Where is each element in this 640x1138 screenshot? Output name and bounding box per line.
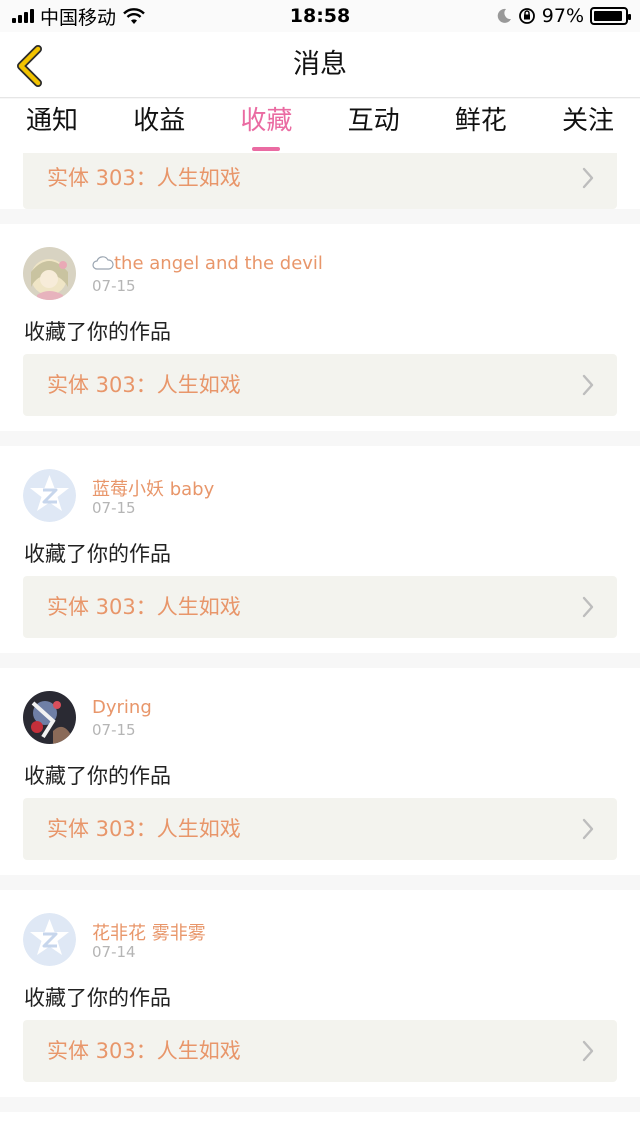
list-item: 花非花 雾非雾 07-14 收藏了你的作品 实体 303：人生如戏 [0, 890, 640, 1097]
page-title: 消息 [293, 49, 347, 80]
chevron-right-icon [582, 374, 594, 396]
message-list[interactable]: 实体 303：人生如戏 the angel and the devil 07-1… [0, 153, 640, 1138]
avatar[interactable] [23, 247, 76, 300]
work-title: 实体 303：人生如戏 [47, 817, 241, 841]
tab-earnings[interactable]: 收益 [133, 99, 185, 153]
battery-icon [590, 7, 631, 25]
list-item-partial [0, 1112, 640, 1138]
list-item: 蓝莓小妖 baby 07-15 收藏了你的作品 实体 303：人生如戏 [0, 446, 640, 653]
tab-following[interactable]: 关注 [562, 99, 614, 153]
username[interactable]: the angel and the devil [92, 253, 323, 274]
dark-art-avatar-icon [23, 691, 76, 744]
wifi-icon [123, 8, 145, 24]
moon-icon [497, 8, 511, 23]
default-avatar-icon [23, 913, 76, 966]
action-text: 收藏了你的作品 [24, 986, 171, 1010]
item-date: 07-15 [92, 277, 136, 295]
avatar[interactable] [23, 469, 76, 522]
rotation-lock-icon [518, 8, 535, 24]
work-link[interactable]: 实体 303：人生如戏 [23, 798, 617, 860]
status-right: 97% [496, 5, 631, 27]
work-link[interactable]: 实体 303：人生如戏 [23, 1020, 617, 1082]
tab-flowers[interactable]: 鲜花 [455, 99, 507, 153]
username[interactable]: 蓝莓小妖 baby [92, 475, 214, 501]
work-title: 实体 303：人生如戏 [47, 166, 241, 190]
work-title: 实体 303：人生如戏 [47, 373, 241, 397]
tab-interactions[interactable]: 互动 [348, 99, 400, 153]
cloud-icon [92, 256, 114, 270]
tab-bar: 通知 收益 收藏 互动 鲜花 关注 [0, 99, 640, 153]
chevron-right-icon [582, 167, 594, 189]
chevron-right-icon [582, 596, 594, 618]
chevron-right-icon [582, 1040, 594, 1062]
avatar[interactable] [23, 691, 76, 744]
work-link[interactable]: 实体 303：人生如戏 [23, 354, 617, 416]
carrier-label: 中国移动 [40, 6, 117, 29]
status-left: 中国移动 [12, 3, 146, 30]
work-link[interactable]: 实体 303：人生如戏 [23, 153, 617, 209]
signal-icon [12, 9, 34, 23]
list-item: Dyring 07-15 收藏了你的作品 实体 303：人生如戏 [0, 668, 640, 875]
username-text: the angel and the devil [114, 253, 323, 274]
default-avatar-icon [23, 469, 76, 522]
work-title: 实体 303：人生如戏 [47, 595, 241, 619]
work-title: 实体 303：人生如戏 [47, 1039, 241, 1063]
battery-percent: 97% [541, 5, 584, 27]
item-date: 07-14 [92, 943, 136, 961]
action-text: 收藏了你的作品 [24, 320, 171, 344]
action-text: 收藏了你的作品 [24, 764, 171, 788]
action-text: 收藏了你的作品 [24, 542, 171, 566]
chevron-right-icon [582, 818, 594, 840]
item-date: 07-15 [92, 721, 136, 739]
avatar[interactable] [23, 913, 76, 966]
anime-girl-avatar-icon [23, 247, 76, 300]
username[interactable]: 花非花 雾非雾 [92, 919, 206, 945]
list-item: the angel and the devil 07-15 收藏了你的作品 实体… [0, 224, 640, 431]
tab-favorites[interactable]: 收藏 [240, 99, 292, 153]
nav-bar: 消息 [0, 32, 640, 98]
status-bar: 中国移动 18:58 97% [0, 0, 640, 32]
username[interactable]: Dyring [92, 697, 152, 718]
work-link[interactable]: 实体 303：人生如戏 [23, 576, 617, 638]
tab-notifications[interactable]: 通知 [26, 99, 78, 153]
item-date: 07-15 [92, 499, 136, 517]
list-item: 实体 303：人生如戏 [0, 153, 640, 209]
